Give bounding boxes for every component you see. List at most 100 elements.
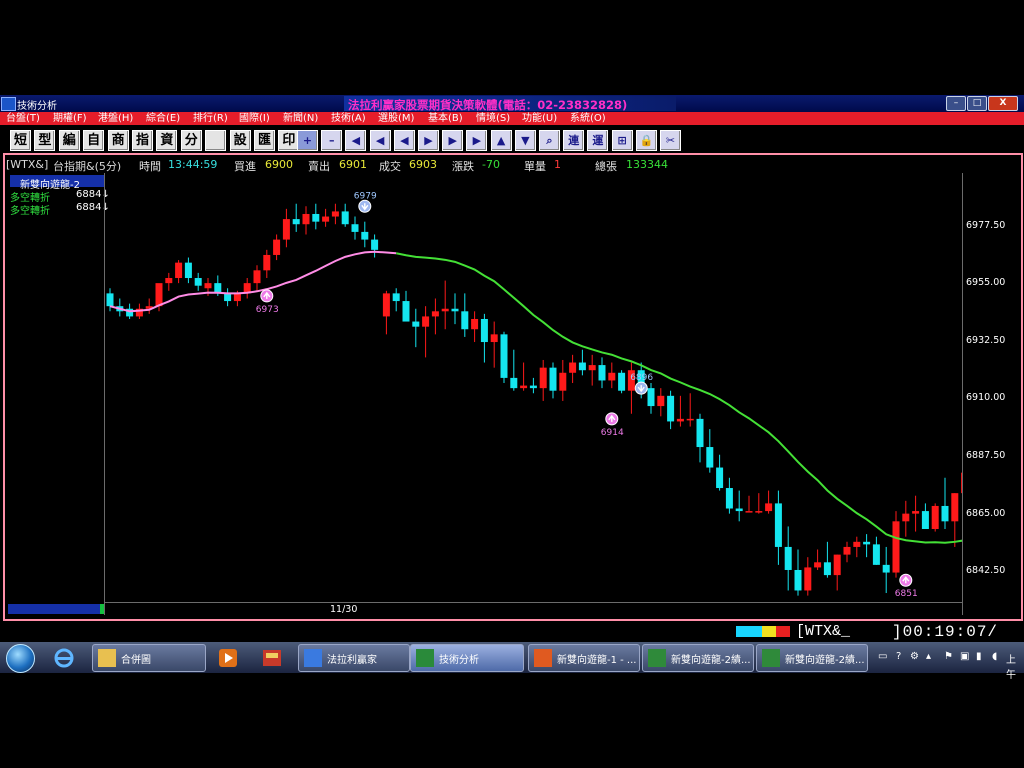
settings-icon[interactable]: ⚙	[910, 651, 919, 662]
toolbar-button[interactable]: 分	[180, 130, 202, 151]
candle-body	[588, 365, 596, 371]
deal-label: 成交	[379, 160, 401, 173]
candle-body	[175, 262, 183, 279]
toolbar-nav-button[interactable]: 連	[563, 130, 585, 151]
candlestick-chart[interactable]: 6979 6973 6896 6914 6851	[105, 173, 962, 602]
candle-body	[755, 511, 763, 513]
buy-signal-marker[interactable]	[605, 412, 619, 426]
help-icon[interactable]: ?	[896, 651, 901, 662]
toolbar-nav-button[interactable]: ⌕	[539, 130, 560, 151]
candle-body	[273, 239, 281, 255]
taskbar-item[interactable]: 新雙向遊龍-2績...	[756, 644, 868, 672]
buy-signal-marker[interactable]	[260, 289, 274, 303]
ask-label: 賣出	[308, 160, 330, 173]
candle-body	[931, 505, 939, 530]
candle-body	[490, 334, 498, 343]
taskbar-item[interactable]: 新雙向遊龍-2績...	[642, 644, 754, 672]
menu-item[interactable]: 選股(M)	[378, 112, 414, 125]
toolbar-nav-button[interactable]: +	[297, 130, 318, 151]
toolbar-button[interactable]: 自	[83, 130, 105, 151]
menu-item[interactable]: 功能(U)	[522, 112, 557, 125]
toolbar-nav-button[interactable]: ▶	[442, 130, 464, 151]
chart-icon	[416, 649, 434, 667]
toolbar-button[interactable]: 設	[229, 130, 251, 151]
media-player-icon[interactable]	[216, 646, 240, 670]
toolbar-nav-button[interactable]: ▶	[466, 130, 488, 151]
keyboard-icon[interactable]: ▭	[878, 651, 887, 662]
toolbar-button[interactable]: 編	[58, 130, 80, 151]
toolbar-button[interactable]: 短	[10, 130, 31, 151]
maximize-button[interactable]: □	[967, 96, 987, 111]
taskbar-item[interactable]: 法拉利贏家	[298, 644, 410, 672]
toolbar-button[interactable]: 商	[107, 130, 129, 151]
signal-price-label: 6914	[601, 428, 624, 438]
candle-body	[184, 262, 192, 279]
toolbar-button[interactable]: 匯	[254, 130, 275, 151]
volume-icon[interactable]: ◖	[992, 651, 997, 662]
toolbar-nav-button[interactable]: ✂	[660, 130, 681, 151]
scrollbar-thumb[interactable]	[100, 604, 104, 614]
toolbar-nav-button[interactable]: ◀	[369, 130, 391, 151]
candle-body	[361, 231, 369, 240]
minimize-button[interactable]: –	[946, 96, 966, 111]
menu-item[interactable]: 港盤(H)	[98, 112, 133, 125]
title-bar[interactable]: 技術分析 法拉利贏家股票期貨決策軟體(電話：02-23832828) – □ X	[0, 95, 1024, 112]
program-icon[interactable]	[260, 646, 284, 670]
toolbar-button[interactable]	[205, 130, 227, 151]
close-button[interactable]: X	[988, 96, 1018, 111]
candle-body	[814, 562, 822, 568]
toolbar-nav-button[interactable]: ▼	[514, 130, 536, 151]
x-axis-tick: 11/30	[330, 604, 358, 615]
menu-item[interactable]: 台盤(T)	[6, 112, 40, 125]
toolbar-nav-button[interactable]: ◀	[393, 130, 415, 151]
ask-value: 6901	[339, 158, 367, 171]
taskbar-item[interactable]: 合併圖	[92, 644, 206, 672]
indicator-legend[interactable]: 新雙向遊龍-2	[10, 175, 104, 191]
toolbar-button[interactable]: 資	[156, 130, 178, 151]
menu-item[interactable]: 基本(B)	[428, 112, 463, 125]
start-button[interactable]	[6, 644, 35, 673]
taskbar-item-label: 新雙向遊龍-1 - ...	[557, 655, 637, 666]
menu-item[interactable]: 新聞(N)	[283, 112, 318, 125]
toolbar-nav-button[interactable]: 運	[587, 130, 609, 151]
buy-signal-marker[interactable]	[899, 573, 913, 587]
toolbar-button[interactable]: 指	[132, 130, 153, 151]
toolbar-nav-button[interactable]: ▶	[418, 130, 439, 151]
sell-signal-marker[interactable]	[634, 381, 648, 395]
candle-body	[106, 293, 114, 307]
candle-body	[833, 554, 841, 576]
menu-item[interactable]: 綜合(E)	[146, 112, 180, 125]
y-tick-label: 6910.00	[966, 392, 1006, 404]
taskbar-item[interactable]: 技術分析	[410, 644, 524, 672]
network-icon[interactable]: ▮	[976, 651, 982, 662]
menu-item[interactable]: 技術(A)	[331, 112, 366, 125]
candle-body	[686, 418, 694, 421]
candle-body	[520, 385, 528, 389]
volume-value: 1	[554, 158, 561, 171]
candle-body	[451, 308, 459, 312]
menu-item[interactable]: 國際(I)	[239, 112, 270, 125]
candle-body	[765, 503, 773, 512]
excel-icon	[648, 649, 666, 667]
symbol-name: 台指期&(5分)	[53, 160, 122, 173]
menu-item[interactable]: 情境(S)	[476, 112, 510, 125]
taskbar-item-label: 新雙向遊龍-2績...	[785, 655, 865, 666]
toolbar-nav-button[interactable]: ⊞	[611, 130, 633, 151]
taskbar-item[interactable]: 新雙向遊龍-1 - ...	[528, 644, 640, 672]
chart-scrollbar[interactable]	[8, 604, 104, 614]
toolbar-nav-button[interactable]: 🔒	[635, 130, 657, 151]
tray-arrow-icon[interactable]: ▴	[926, 651, 931, 662]
ie-icon[interactable]	[52, 646, 76, 670]
menu-item[interactable]: 系統(O)	[570, 112, 606, 125]
flag-icon[interactable]: ⚑	[944, 651, 953, 662]
toolbar-nav-button[interactable]: ▲	[490, 130, 512, 151]
time-value: 13:44:59	[168, 158, 218, 171]
toolbar-nav-button[interactable]: ◀	[345, 130, 367, 151]
menu-item[interactable]: 期權(F)	[53, 112, 87, 125]
display-icon[interactable]: ▣	[960, 651, 969, 662]
toolbar-button[interactable]: 型	[34, 130, 56, 151]
sell-signal-marker[interactable]	[358, 199, 372, 213]
toolbar-nav-button[interactable]: –	[321, 130, 343, 151]
candle-body	[282, 219, 290, 240]
menu-item[interactable]: 排行(R)	[193, 112, 228, 125]
